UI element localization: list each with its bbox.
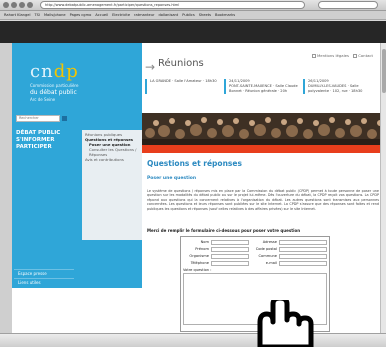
- info-icon: [312, 54, 316, 58]
- logo-subtitle: du débat public: [30, 89, 77, 96]
- sub-nav-item[interactable]: Consulter les Questions / Réponses: [85, 147, 139, 157]
- nom-field[interactable]: [211, 240, 249, 245]
- bookmark-item[interactable]: Pages cgmo: [70, 13, 92, 17]
- web-page: cndp Commission particulière du débat pu…: [12, 43, 386, 336]
- email-field[interactable]: [279, 261, 327, 266]
- organisme-field[interactable]: [211, 254, 249, 259]
- event-item[interactable]: LA GRANDE · Salle l'Amateur · 18h30: [145, 79, 221, 94]
- field-label: Adresse: [262, 240, 277, 244]
- search-input[interactable]: Rechercher: [16, 115, 60, 122]
- left-panel: cndp Commission particulière du débat pu…: [12, 43, 142, 288]
- bookmark-item[interactable]: Accueil: [95, 13, 108, 17]
- home-icon[interactable]: [27, 2, 33, 8]
- bookmark-item[interactable]: Rahart Klangel: [4, 13, 30, 17]
- field-label: e-mail: [265, 261, 277, 265]
- prenom-field[interactable]: [211, 247, 249, 252]
- nav-item-debat-public[interactable]: DÉBAT PUBLIC: [16, 130, 78, 137]
- browser-status-bar: [0, 333, 386, 347]
- search-row: Rechercher: [12, 115, 142, 123]
- event-text: PONT-SAINTE-MAXENCE · Salle Claude Bonne…: [229, 84, 298, 93]
- field-label: Prénom: [195, 247, 209, 251]
- field-label: Téléphone: [190, 261, 209, 265]
- footer-link[interactable]: Espace presse: [14, 269, 74, 278]
- bookmark-item[interactable]: Mails/phone: [44, 13, 66, 17]
- site-logo[interactable]: cndp Commission particulière du débat pu…: [30, 61, 122, 113]
- intro-text: Le système de questions / réponses mis e…: [147, 189, 379, 211]
- field-label: Nom: [200, 240, 209, 244]
- search-button[interactable]: [62, 116, 67, 121]
- bookmark-item[interactable]: Sheets: [199, 13, 211, 17]
- address-bar[interactable]: http://www.debatpublic-amenagement.fr/pa…: [40, 1, 305, 9]
- logo-subtitle: Arc de Seine: [30, 97, 56, 102]
- tool-link[interactable]: Contact: [358, 53, 373, 58]
- logo-text: cndp: [30, 61, 79, 82]
- telephone-field[interactable]: [211, 261, 249, 266]
- adresse-field[interactable]: [279, 240, 327, 245]
- left-footer: Espace presse Liens utiles: [14, 269, 74, 287]
- field-label: Code postal: [255, 247, 277, 251]
- code-postal-field[interactable]: [279, 247, 327, 252]
- forward-icon[interactable]: [11, 2, 17, 8]
- commune-field[interactable]: [279, 254, 327, 259]
- nav-item-sinformer[interactable]: S'INFORMER: [16, 137, 78, 144]
- poser-question-link[interactable]: Poser une question: [147, 176, 196, 181]
- bookmark-item[interactable]: Publics: [182, 13, 195, 17]
- event-item[interactable]: 26/11/2009 DUMILLY-LES-VAUDES · Salle po…: [303, 79, 379, 94]
- footer-link[interactable]: Liens utiles: [14, 278, 74, 287]
- reload-icon[interactable]: [19, 2, 25, 8]
- mail-icon: [353, 54, 358, 58]
- main-nav: DÉBAT PUBLIC S'INFORMER PARTICIPER: [16, 130, 78, 151]
- page-top-band: [0, 21, 386, 43]
- tool-link[interactable]: Mentions légales: [317, 53, 349, 58]
- section-title: Réunions: [158, 58, 204, 69]
- bookmark-item[interactable]: TSl: [34, 13, 39, 17]
- browser-search-box[interactable]: [318, 1, 378, 9]
- vertical-scrollbar[interactable]: [380, 43, 386, 333]
- bookmark-item[interactable]: ratmanteur: [134, 13, 154, 17]
- page-margin: [0, 43, 12, 333]
- logo-subtitle: Commission particulière: [30, 83, 79, 88]
- bookmark-item[interactable]: dollanisant: [159, 13, 179, 17]
- events-list: LA GRANDE · Salle l'Amateur · 18h30 24/1…: [145, 79, 383, 94]
- field-label: Votre question :: [183, 268, 212, 272]
- event-text: DUMILLY-LES-VAUDES · Salle polyvalente ·…: [308, 84, 363, 93]
- form-heading: Merci de remplir le formulaire ci-dessou…: [147, 228, 301, 233]
- arrow-right-icon: →: [145, 60, 156, 74]
- sub-nav: Réunions publiques Questions et réponses…: [82, 130, 142, 240]
- field-label: Commune: [258, 254, 277, 258]
- crowd-photo: [142, 113, 386, 145]
- participer-bar: PARTICIPER: [142, 145, 386, 162]
- sub-nav-item[interactable]: Avis et contributions: [85, 157, 139, 162]
- scrollbar-thumb[interactable]: [382, 49, 386, 93]
- hand-cursor-icon: [257, 300, 314, 347]
- bookmark-item[interactable]: Bookmarks: [215, 13, 235, 17]
- browser-toolbar: http://www.debatpublic-amenagement.fr/pa…: [0, 0, 386, 11]
- nav-item-participer[interactable]: PARTICIPER: [16, 144, 78, 151]
- bookmark-item[interactable]: Electricite: [112, 13, 130, 17]
- event-item[interactable]: 24/11/2009 PONT-SAINTE-MAXENCE · Salle C…: [224, 79, 300, 94]
- page-title: Questions et réponses: [147, 159, 242, 168]
- event-text: LA GRANDE · Salle l'Amateur · 18h30: [150, 79, 217, 83]
- bookmarks-bar: Rahart Klangel TSl Mails/phone Pages cgm…: [0, 11, 386, 20]
- top-tools: Mentions légales Contact: [312, 53, 386, 58]
- back-icon[interactable]: [3, 2, 9, 8]
- field-label: Organisme: [189, 254, 209, 258]
